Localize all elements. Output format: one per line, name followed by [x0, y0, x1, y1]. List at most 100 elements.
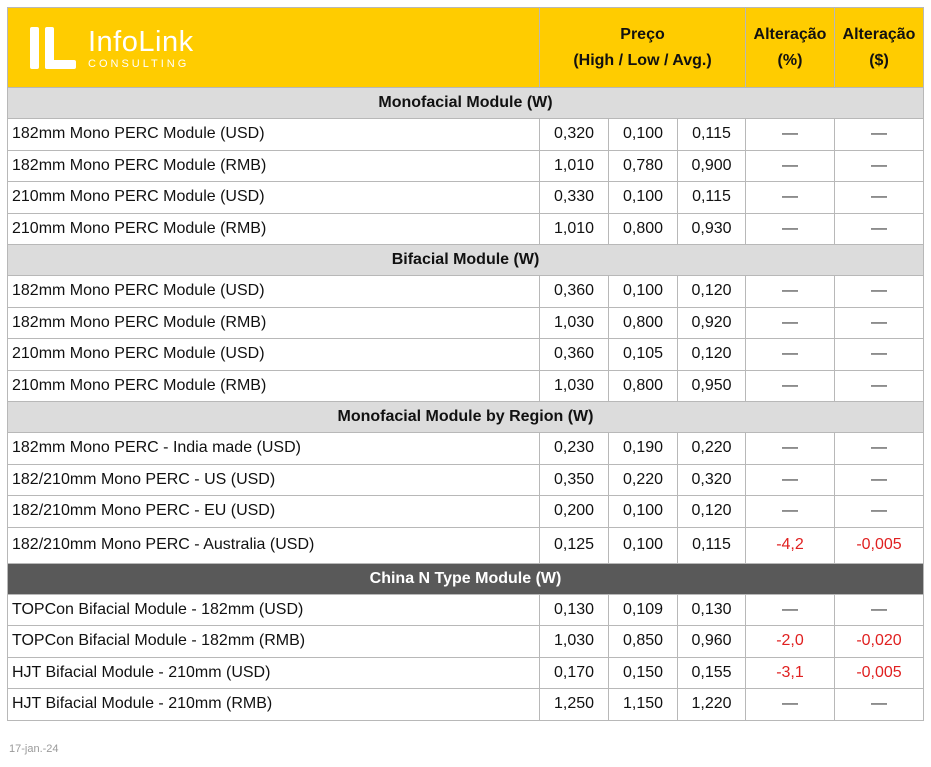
change-abs: —	[834, 593, 924, 626]
section-title: Monofacial Module by Region (W)	[7, 401, 924, 433]
price-low: 0,100	[608, 118, 678, 151]
logo-cell: InfoLink CONSULTING	[7, 7, 540, 88]
product-name: HJT Bifacial Module - 210mm (RMB)	[7, 688, 540, 721]
change-abs: —	[834, 212, 924, 245]
change-abs: —	[834, 149, 924, 182]
price-high: 0,130	[539, 593, 609, 626]
price-high: 0,200	[539, 495, 609, 528]
table-row: 210mm Mono PERC Module (RMB) 1,030 0,800 0,…	[7, 369, 924, 402]
change-pct-header: Alteração (%)	[745, 7, 835, 88]
table-row: 182mm Mono PERC Module (USD) 0,360 0,100 0,…	[7, 275, 924, 308]
change-abs: —	[834, 338, 924, 371]
price-low: 0,800	[608, 306, 678, 339]
change-pct: —	[745, 275, 835, 308]
price-high: 1,250	[539, 688, 609, 721]
change-pct: —	[745, 593, 835, 626]
section-header: China N Type Module (W)	[7, 562, 924, 595]
product-name: TOPCon Bifacial Module - 182mm (RMB)	[7, 625, 540, 658]
change-pct: —	[745, 369, 835, 402]
price-avg: 0,120	[677, 338, 746, 371]
price-high: 0,350	[539, 463, 609, 496]
price-title: Preço	[620, 25, 665, 43]
table-row: 182/210mm Mono PERC - Australia (USD) 0,1…	[7, 526, 924, 564]
price-avg: 0,960	[677, 625, 746, 658]
section-header: Bifacial Module (W)	[7, 244, 924, 276]
price-avg: 0,900	[677, 149, 746, 182]
change-pct: —	[745, 306, 835, 339]
change-abs: -0,005	[834, 656, 924, 689]
product-name: 210mm Mono PERC Module (USD)	[7, 181, 540, 214]
price-low: 0,100	[608, 275, 678, 308]
price-avg: 0,115	[677, 118, 746, 151]
change-abs: —	[834, 432, 924, 465]
price-high: 0,125	[539, 526, 609, 564]
price-low: 0,150	[608, 656, 678, 689]
price-high: 1,030	[539, 306, 609, 339]
price-avg: 0,950	[677, 369, 746, 402]
change-pct: -4,2	[745, 526, 835, 564]
table-row: 182/210mm Mono PERC - EU (USD) 0,200 0,100…	[7, 495, 924, 528]
change-pct: —	[745, 688, 835, 721]
price-low: 0,100	[608, 526, 678, 564]
product-name: 182/210mm Mono PERC - EU (USD)	[7, 495, 540, 528]
price-high: 0,360	[539, 338, 609, 371]
price-low: 1,150	[608, 688, 678, 721]
table-row: 182mm Mono PERC Module (RMB) 1,030 0,800 0,…	[7, 306, 924, 339]
price-high: 1,030	[539, 369, 609, 402]
change-pct: —	[745, 181, 835, 214]
product-name: 182mm Mono PERC Module (RMB)	[7, 149, 540, 182]
price-avg: 0,115	[677, 526, 746, 564]
price-low: 0,780	[608, 149, 678, 182]
change-abs: —	[834, 118, 924, 151]
product-name: 182mm Mono PERC Module (USD)	[7, 118, 540, 151]
price-avg: 0,130	[677, 593, 746, 626]
change-pct: —	[745, 118, 835, 151]
change-pct: —	[745, 463, 835, 496]
change-pct: -2,0	[745, 625, 835, 658]
change-pct-unit: (%)	[777, 51, 803, 69]
change-pct: —	[745, 432, 835, 465]
report-date: 17-jan.-24	[9, 743, 59, 755]
table-row: TOPCon Bifacial Module - 182mm (RMB) 1,03…	[7, 625, 924, 658]
product-name: 182mm Mono PERC Module (RMB)	[7, 306, 540, 339]
change-pct: —	[745, 149, 835, 182]
table-row: TOPCon Bifacial Module - 182mm (USD) 0,13…	[7, 593, 924, 626]
brand-name: InfoLink	[88, 25, 194, 58]
product-name: 182mm Mono PERC - India made (USD)	[7, 432, 540, 465]
table-row: 182/210mm Mono PERC - US (USD) 0,350 0,220…	[7, 463, 924, 496]
price-subtitle: (High / Low / Avg.)	[573, 51, 712, 69]
change-pct-title: Alteração	[753, 25, 827, 43]
price-table: InfoLink CONSULTING Preço (High / Low / …	[7, 7, 924, 721]
change-abs: —	[834, 688, 924, 721]
price-low: 0,100	[608, 181, 678, 214]
change-abs: —	[834, 369, 924, 402]
price-high: 0,230	[539, 432, 609, 465]
price-avg: 1,220	[677, 688, 746, 721]
change-abs: —	[834, 306, 924, 339]
price-low: 0,190	[608, 432, 678, 465]
price-low: 0,109	[608, 593, 678, 626]
section-title: Bifacial Module (W)	[7, 244, 924, 276]
price-avg: 0,115	[677, 181, 746, 214]
change-abs-header: Alteração ($)	[834, 7, 924, 88]
change-abs: —	[834, 181, 924, 214]
table-row: 210mm Mono PERC Module (USD) 0,360 0,105 0,…	[7, 338, 924, 371]
price-avg: 0,120	[677, 495, 746, 528]
section-title: China N Type Module (W)	[7, 562, 924, 595]
change-pct: —	[745, 212, 835, 245]
change-abs: -0,005	[834, 526, 924, 564]
change-abs-title: Alteração	[842, 25, 916, 43]
price-avg: 0,930	[677, 212, 746, 245]
price-high: 0,360	[539, 275, 609, 308]
price-avg: 0,120	[677, 275, 746, 308]
table-header: InfoLink CONSULTING Preço (High / Low / …	[7, 7, 924, 88]
price-high: 1,030	[539, 625, 609, 658]
change-abs: -0,020	[834, 625, 924, 658]
table-row: 210mm Mono PERC Module (RMB) 1,010 0,800 0,…	[7, 212, 924, 245]
product-name: 210mm Mono PERC Module (RMB)	[7, 212, 540, 245]
change-abs: —	[834, 275, 924, 308]
product-name: 210mm Mono PERC Module (USD)	[7, 338, 540, 371]
brand-sub: CONSULTING	[88, 58, 190, 68]
product-name: 182/210mm Mono PERC - Australia (USD)	[7, 526, 540, 564]
price-high: 1,010	[539, 149, 609, 182]
